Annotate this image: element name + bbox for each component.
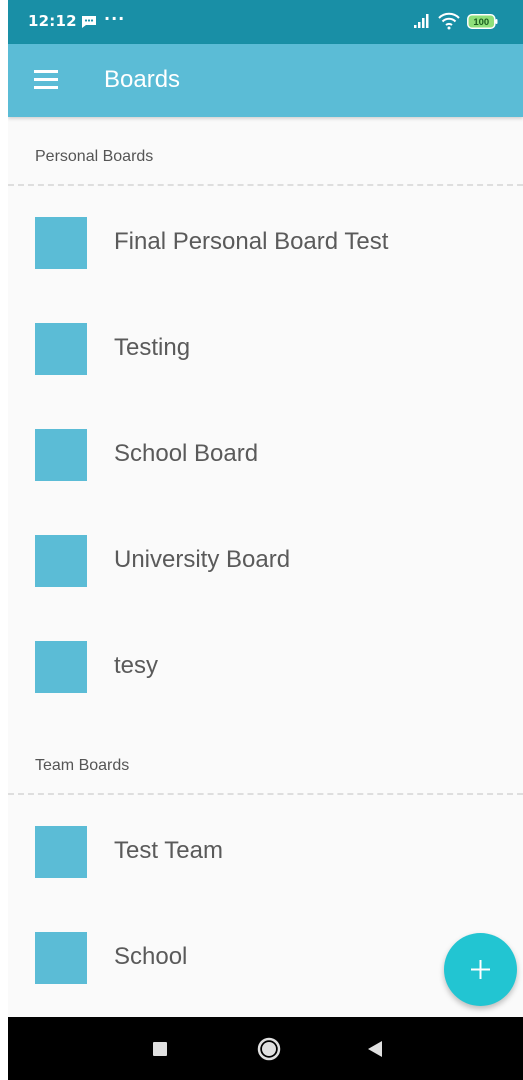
board-color-swatch [35,323,87,375]
board-color-swatch [35,429,87,481]
section-header-team: Team Boards [35,757,130,774]
board-color-swatch [35,826,87,878]
board-item[interactable]: Final Personal Board Test [8,190,523,296]
board-color-swatch [35,932,87,984]
status-bar: 12:12 ··· 100 [8,0,523,44]
board-item[interactable]: tesy [8,614,523,720]
home-circle-icon[interactable] [254,1034,284,1064]
message-icon [82,16,96,28]
section-divider [8,793,523,795]
board-name: School [114,943,188,970]
board-name: Final Personal Board Test [114,228,389,255]
board-item[interactable]: Test Team [8,799,523,905]
wifi-icon [438,12,460,30]
section-divider [8,184,523,186]
board-item[interactable]: School Board [8,402,523,508]
battery-level: 100 [473,17,489,28]
board-name: tesy [114,652,159,679]
board-color-swatch [35,217,87,269]
recents-square-icon[interactable] [145,1034,175,1064]
status-more-dots: ··· [104,9,126,28]
section-header-personal: Personal Boards [35,148,154,165]
board-name: University Board [114,546,291,573]
board-item[interactable]: Testing [8,296,523,402]
plus-icon [471,960,490,979]
battery-icon: 100 [467,14,498,29]
page-title: Boards [104,66,181,93]
system-nav-bar [8,1017,523,1080]
board-color-swatch [35,641,87,693]
board-name: Test Team [114,837,223,864]
board-name: School Board [114,440,259,467]
back-triangle-icon[interactable] [360,1034,390,1064]
app-bar: Boards [8,44,523,117]
app-screen: 12:12 ··· 100 Boards Personal Boards Fin… [8,0,523,1080]
signal-icon [414,14,429,28]
status-time: 12:12 [28,12,77,30]
add-board-button[interactable] [444,933,517,1006]
board-name: Testing [114,334,191,361]
board-item[interactable]: University Board [8,508,523,614]
board-color-swatch [35,535,87,587]
menu-button[interactable] [24,61,64,101]
